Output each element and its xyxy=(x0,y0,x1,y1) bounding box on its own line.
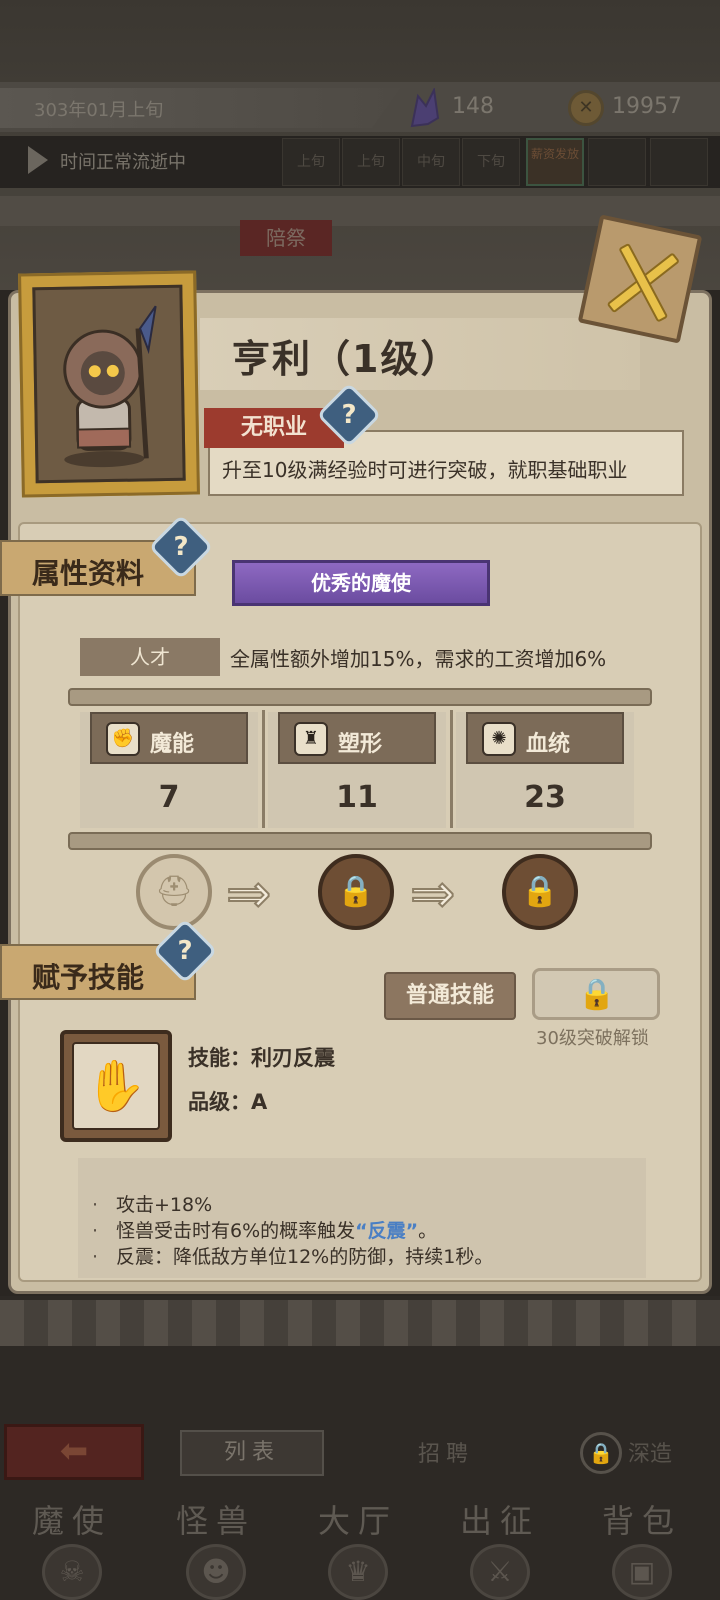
crown-icon: ♛ xyxy=(328,1544,388,1600)
monster-icon: ☻ xyxy=(186,1544,246,1600)
time-segment: 中旬 xyxy=(402,138,460,186)
skills-title: 赋予技能 xyxy=(32,961,145,994)
crystal-count: 148 xyxy=(452,94,494,119)
stat-rail-bottom xyxy=(68,832,652,850)
stat-header: ♜ 塑形 xyxy=(278,712,436,764)
stat-value: 23 xyxy=(524,780,566,815)
character-name: 亨利（1级） xyxy=(232,337,461,381)
stat-card-shaping: ♜ 塑形 11 xyxy=(268,712,446,828)
list-tab[interactable]: 列表 xyxy=(180,1430,324,1476)
dimmed-tab: 陪祭 xyxy=(240,220,332,256)
fist-icon: ✋ xyxy=(72,1042,160,1130)
help-icon: ? xyxy=(177,936,193,966)
skull-icon: ☠ xyxy=(42,1544,102,1600)
effect-text: 攻击+18% xyxy=(116,1194,213,1216)
lock-icon: 🔒 xyxy=(580,1432,622,1474)
character-portrait xyxy=(32,284,186,484)
hood-icon: ⛑ xyxy=(154,874,194,909)
backpack-icon: ▣ xyxy=(612,1544,672,1600)
arrow-right-icon: ⇒ xyxy=(225,861,272,926)
advanced-study-tab[interactable]: 深造 xyxy=(628,1436,672,1468)
stat-divider xyxy=(262,710,265,828)
effect-keyword[interactable]: “反震” xyxy=(355,1220,418,1242)
effect-text: 怪兽受击时有6%的概率触发 xyxy=(116,1220,356,1242)
unlock-caption: 30级突破解锁 xyxy=(536,1028,649,1049)
skill-effect: · 攻击+18% xyxy=(92,1190,212,1217)
stat-header: ✺ 血统 xyxy=(466,712,624,764)
arrow-right-icon: ⇒ xyxy=(409,861,456,926)
crystal-icon xyxy=(410,88,440,128)
rank-banner: 优秀的魔使 xyxy=(232,560,490,606)
nav-monster[interactable]: 怪兽 ☻ xyxy=(156,1496,276,1600)
nav-mage[interactable]: 魔使 ☠ xyxy=(12,1496,132,1600)
time-segment xyxy=(588,138,646,186)
time-segment: 下旬 xyxy=(462,138,520,186)
job-description: 升至10级满经验时可进行突破，就职基础职业 xyxy=(222,458,628,482)
time-segment: 上旬 xyxy=(342,138,400,186)
play-icon[interactable] xyxy=(28,146,48,174)
help-icon: ? xyxy=(341,400,357,430)
time-segment: 上旬 xyxy=(282,138,340,186)
close-icon-stroke xyxy=(618,242,669,323)
evolution-stage-locked[interactable]: 🔒 xyxy=(318,854,394,930)
stat-card-bloodline: ✺ 血统 23 xyxy=(456,712,634,828)
talent-description: 全属性额外增加15%，需求的工资增加6% xyxy=(230,647,607,671)
nav-hall[interactable]: 大厅 ♛ xyxy=(298,1496,418,1600)
stat-header: ✊ 魔能 xyxy=(90,712,248,764)
skill-icon-frame[interactable]: ✋ xyxy=(60,1030,172,1142)
skill-grade: 品级：A xyxy=(188,1090,268,1114)
recruit-tab[interactable]: 招聘 xyxy=(418,1436,474,1468)
lock-icon: 🔒 xyxy=(521,874,559,909)
character-sprite xyxy=(63,305,157,468)
evolution-stage-current[interactable]: ⛑ xyxy=(136,854,212,930)
nav-expedition[interactable]: 出征 ⚔ xyxy=(440,1496,560,1600)
normal-skill-tab[interactable]: 普通技能 xyxy=(384,972,516,1020)
attributes-title: 属性资料 xyxy=(32,557,145,590)
swords-icon: ⚔ xyxy=(470,1544,530,1600)
nav-backpack[interactable]: 背包 ▣ xyxy=(582,1496,702,1600)
skill-effect: · 反震：降低敌方单位12%的防御，持续1秒。 xyxy=(92,1242,493,1269)
nav-label: 背包 xyxy=(601,1502,682,1540)
lock-icon: 🔒 xyxy=(578,977,616,1012)
nav-label: 大厅 xyxy=(317,1502,398,1540)
coin-count: 19957 xyxy=(612,94,682,119)
payday-segment: 薪资发放 xyxy=(526,138,584,186)
locked-skill-tab[interactable]: 🔒 xyxy=(532,968,660,1020)
claw-icon: ✊ xyxy=(106,722,140,756)
stat-card-magic: ✊ 魔能 7 xyxy=(80,712,258,828)
stat-value: 7 xyxy=(158,780,180,815)
bullet: · xyxy=(92,1194,99,1216)
help-icon: ? xyxy=(173,532,189,562)
stat-rail-top xyxy=(68,688,652,706)
stat-name: 塑形 xyxy=(338,732,383,757)
coin-icon: ✕ xyxy=(568,90,604,126)
body-icon: ♜ xyxy=(294,722,328,756)
time-status: 时间正常流逝中 xyxy=(60,152,186,173)
stat-value: 11 xyxy=(336,780,378,815)
skill-effect: · 怪兽受击时有6%的概率触发“反震”。 xyxy=(92,1216,437,1243)
stat-divider xyxy=(450,710,453,828)
stat-name: 魔能 xyxy=(150,732,195,757)
effect-text: 反震：降低敌方单位12%的防御，持续1秒。 xyxy=(116,1246,494,1268)
skill-name: 技能：利刃反震 xyxy=(188,1046,335,1070)
game-date: 303年01月上旬 xyxy=(34,100,164,121)
nav-label: 出征 xyxy=(459,1502,540,1540)
talent-label: 人才 xyxy=(80,638,220,676)
evolution-stage-locked[interactable]: 🔒 xyxy=(502,854,578,930)
nav-label: 魔使 xyxy=(31,1502,112,1540)
back-button[interactable]: ⬅ xyxy=(4,1424,144,1480)
nav-label: 怪兽 xyxy=(175,1502,256,1540)
bullet: · xyxy=(92,1246,99,1268)
lock-icon: 🔒 xyxy=(337,874,375,909)
time-segment xyxy=(650,138,708,186)
blood-icon: ✺ xyxy=(482,722,516,756)
bullet: · xyxy=(92,1220,99,1242)
stat-name: 血统 xyxy=(526,732,571,757)
zigzag-border xyxy=(0,1300,720,1346)
effect-text: 。 xyxy=(418,1220,438,1242)
